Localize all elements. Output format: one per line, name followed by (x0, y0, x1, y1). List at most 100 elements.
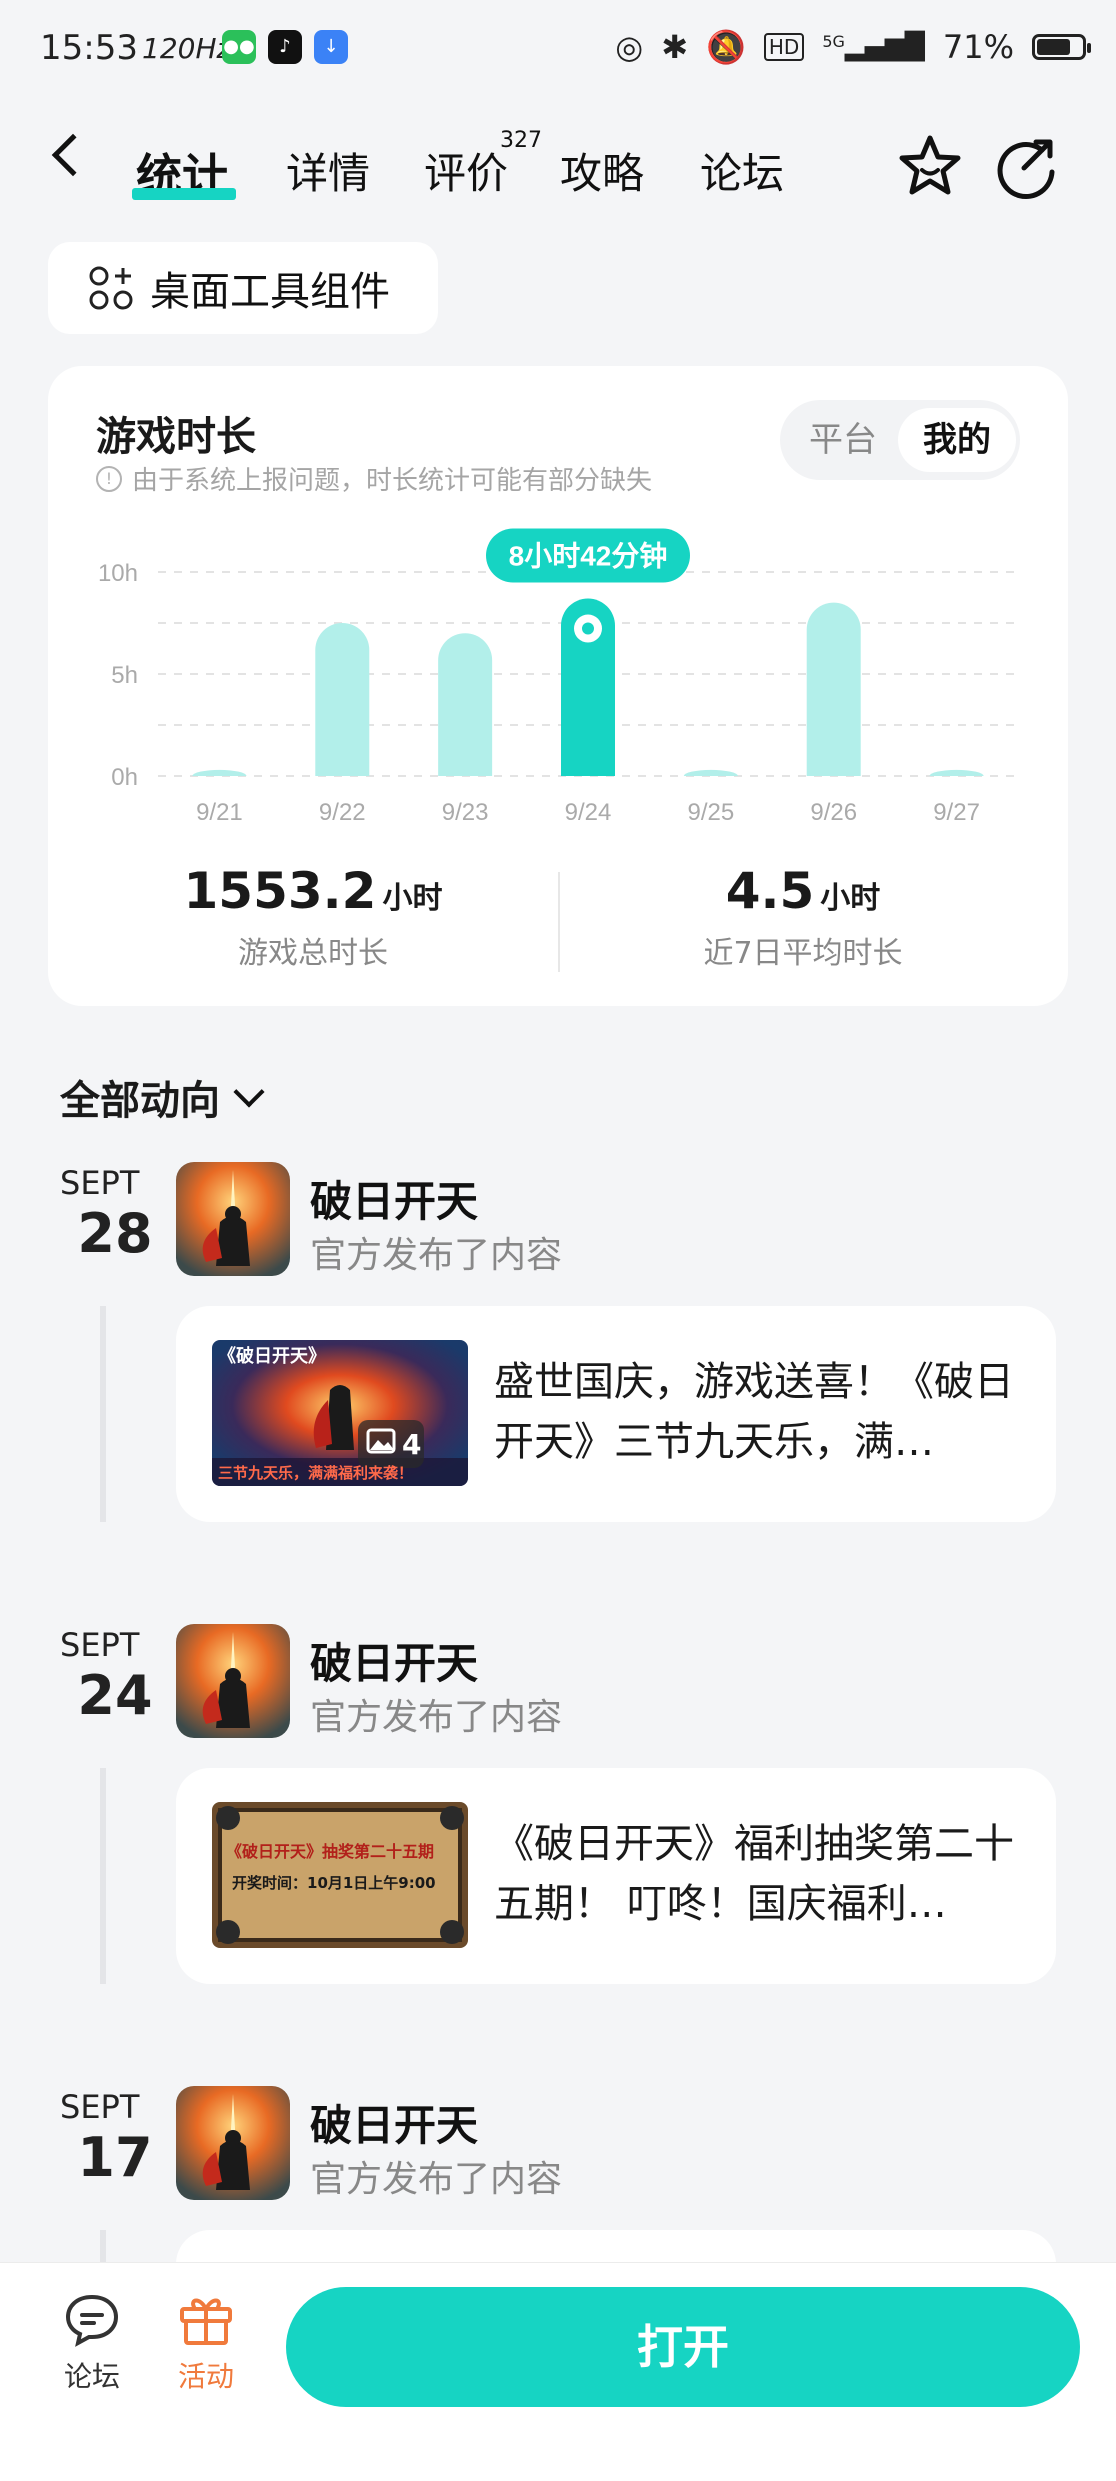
post-date: SEPT 24 (60, 1626, 170, 1727)
post-card[interactable]: 《破日开天》抽奖第二十五期 开奖时间：10月1日上午9:00 《破日开天》福利抽… (176, 1768, 1056, 1984)
game-logo-image (176, 2086, 290, 2200)
post-subtitle: 官方发布了内容 (310, 1235, 563, 1276)
chart-bar (683, 769, 738, 776)
post-day: 24 (77, 1664, 153, 1727)
status-right: ◎ ✱ 🔕 HD 5G▂▄▆█ 71% (615, 28, 1091, 66)
avg-value: 4.5 (725, 862, 815, 920)
post-date: SEPT 28 (60, 1164, 170, 1265)
download-icon: ↓ (314, 30, 348, 64)
game-avatar[interactable] (176, 2086, 290, 2200)
post-month: SEPT (60, 1164, 140, 1202)
avg-label: 近7日平均时长 (703, 936, 903, 971)
tab-underline (132, 188, 236, 200)
post-text: 《破日开天》福利抽奖第二十五期！ 叮咚！国庆福利… (494, 1821, 1014, 1927)
post-month: SEPT (60, 1626, 140, 1664)
post-month: SEPT (60, 2088, 140, 2126)
refresh-rate: 120Hz (142, 32, 232, 65)
share-icon[interactable] (992, 132, 1060, 200)
game-avatar[interactable] (176, 1624, 290, 1738)
reviews-count-badge: 327 (500, 128, 542, 153)
post-thumbnail: 《破日开天》 三节九天乐，满满福利来袭！ 4 (212, 1340, 468, 1486)
star-icon[interactable] (896, 132, 964, 200)
forum-label: 论坛 (63, 2360, 120, 2393)
post-text: 盛世国庆，游戏送喜！《破日开天》三节九天乐，满… (494, 1359, 1014, 1465)
game-avatar[interactable] (176, 1162, 290, 1276)
x-tick-label: 9/22 (319, 799, 366, 826)
thumb-title: 《破日开天》 (218, 1346, 326, 1367)
chart-bar (438, 633, 493, 776)
desktop-widget-label: 桌面工具组件 (150, 269, 390, 315)
wechat-icon: ●● (222, 30, 256, 64)
forum-chat-icon (65, 2294, 119, 2347)
thumb-caption: 三节九天乐，满满福利来袭！ (218, 1464, 414, 1482)
post-author[interactable]: 破日开天 (310, 1630, 478, 1691)
post-author[interactable]: 破日开天 (310, 2092, 478, 2153)
x-tick-label: 9/24 (565, 799, 612, 826)
activity-label: 活动 (177, 2360, 234, 2393)
forum-shortcut[interactable]: 论坛 (42, 2291, 142, 2395)
playtime-chart: 0h 5h 10h 9/21 9/22 9/23 9/24 8小时42分钟 9/25 9/26 9/… (98, 528, 1018, 826)
back-button[interactable] (51, 133, 95, 177)
chart-bar (315, 623, 370, 776)
tab-details[interactable]: 详情 (286, 140, 370, 201)
post-date: SEPT 17 (60, 2088, 170, 2189)
x-tick-label: 9/23 (442, 799, 489, 826)
activity-filter[interactable]: 全部动向 (60, 1068, 265, 1126)
post-subtitle: 官方发布了内容 (310, 2159, 563, 2200)
battery-icon (1032, 34, 1091, 60)
chart-bar (806, 602, 861, 776)
game-logo-image (176, 1624, 290, 1738)
total-value: 1553.2 (183, 862, 377, 920)
game-logo-image (176, 1162, 290, 1276)
tab-forum[interactable]: 论坛 (700, 140, 784, 201)
chart-bar (192, 769, 247, 776)
post-thumbnail: 《破日开天》抽奖第二十五期 开奖时间：10月1日上午9:00 (212, 1802, 468, 1948)
post-card[interactable]: 《破日开天》 三节九天乐，满满福利来袭！ 4 盛世国庆，游戏送喜！《破日开天》三… (176, 1306, 1056, 1522)
gift-icon (180, 2298, 232, 2345)
chevron-down-icon (233, 1076, 265, 1108)
avg-unit: 小时 (820, 881, 881, 916)
timeline-line (100, 1768, 106, 1984)
thumb-title: 《破日开天》抽奖第二十五期 (226, 1842, 435, 1861)
bottom-action-bar: 论坛 活动 打开 (0, 2262, 1116, 2481)
image-count: 4 (402, 1428, 422, 1461)
status-time: 15:53 (40, 28, 138, 68)
post-subtitle: 官方发布了内容 (310, 1697, 563, 1738)
x-tick-label: 9/21 (196, 799, 243, 826)
post-author[interactable]: 破日开天 (310, 1168, 478, 1229)
signal-icon: 5G▂▄▆█ (822, 32, 925, 62)
hd-badge: HD (763, 33, 805, 61)
bar-marker-dot (582, 622, 594, 635)
tiktok-icon: ♪ (268, 30, 302, 64)
activity-shortcut[interactable]: 活动 (156, 2291, 256, 2395)
open-game-button[interactable]: 打开 (286, 2287, 1080, 2407)
post-day: 28 (77, 1202, 153, 1265)
chart-bar (929, 769, 984, 776)
x-tick-label: 9/25 (687, 799, 734, 826)
y-tick-label: 0h (111, 764, 138, 791)
tab-reviews[interactable]: 评价 (424, 140, 508, 201)
bluetooth-icon: ✱ (661, 28, 689, 66)
mute-icon: 🔕 (706, 28, 746, 66)
total-playtime: 1553.2 小时 游戏总时长 (88, 862, 538, 972)
post-day: 17 (77, 2126, 153, 2189)
y-tick-label: 5h (111, 662, 138, 689)
total-unit: 小时 (382, 881, 443, 916)
tooltip-text: 8小时42分钟 (509, 541, 668, 572)
x-tick-label: 9/27 (933, 799, 980, 826)
activity-filter-label: 全部动向 (60, 1078, 220, 1124)
avg-playtime: 4.5 小时 近7日平均时长 (578, 862, 1028, 972)
status-bar: 15:53 120Hz ●● ♪ ↓ ◎ ✱ 🔕 HD 5G▂▄▆█ 71% (0, 0, 1116, 100)
x-tick-label: 9/26 (810, 799, 857, 826)
desktop-widget-button[interactable]: 桌面工具组件 (48, 242, 438, 334)
thumb-caption: 开奖时间：10月1日上午9:00 (232, 1874, 436, 1892)
playtime-card: 游戏时长 ! 由于系统上报问题，时长统计可能有部分缺失 平台 我的 0h 5h 10… (48, 366, 1068, 1006)
summary-divider (558, 872, 560, 972)
total-label: 游戏总时长 (238, 936, 388, 971)
widget-grid-icon (89, 266, 133, 310)
nfc-icon: ◎ (615, 28, 644, 66)
y-tick-label: 10h (98, 560, 138, 587)
battery-percent: 71% (942, 28, 1014, 66)
timeline-line (100, 1306, 106, 1522)
tab-guides[interactable]: 攻略 (560, 140, 644, 201)
